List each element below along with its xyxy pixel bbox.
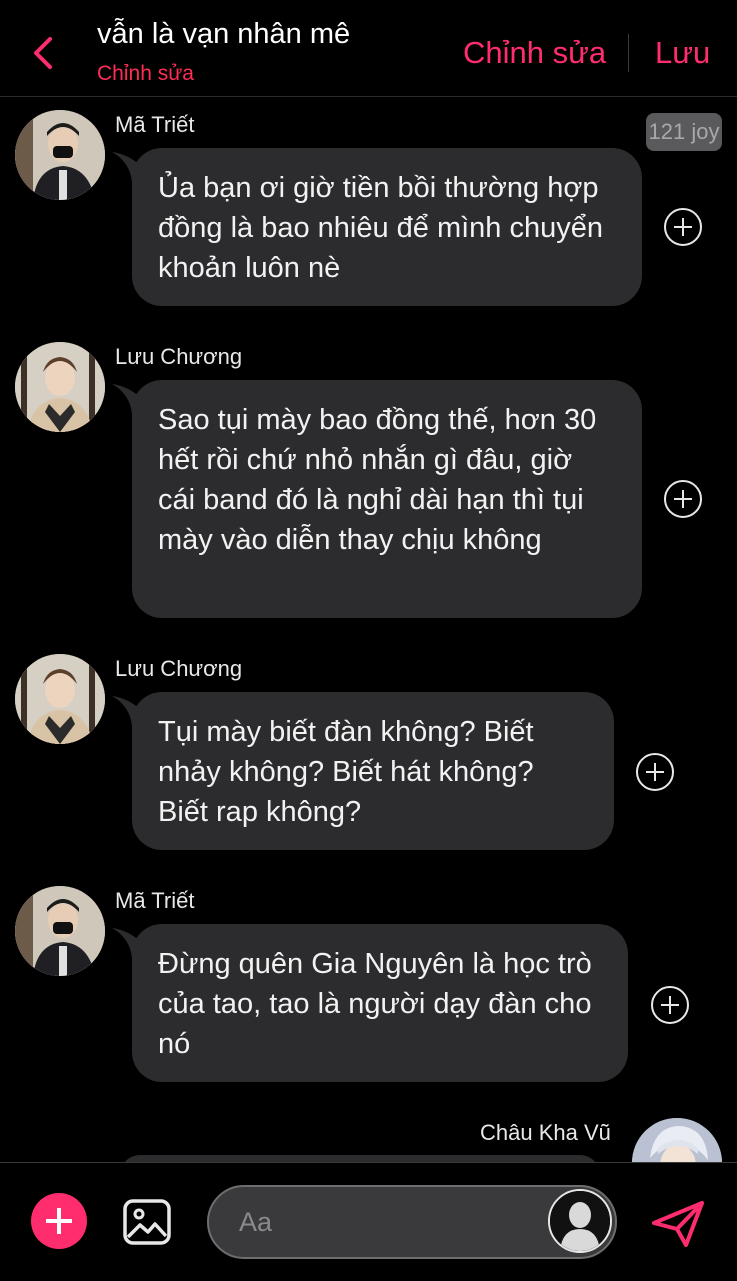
sender-name: Châu Kha Vũ — [480, 1120, 611, 1145]
avatar-luu-chuong[interactable] — [15, 342, 105, 432]
composer-bar — [0, 1162, 737, 1281]
joy-badge: 121 joy — [646, 113, 722, 151]
character-avatar-icon[interactable] — [548, 1189, 612, 1253]
add-reaction-button[interactable] — [664, 208, 702, 246]
chat-header: vẫn là vạn nhân mê Chỉnh sửa Chỉnh sửa L… — [0, 0, 737, 97]
back-chevron-icon[interactable] — [30, 36, 58, 70]
chat-subtitle-edit[interactable]: Chỉnh sửa — [97, 62, 194, 86]
edit-button[interactable]: Chỉnh sửa — [463, 35, 606, 71]
message-bubble[interactable]: Tụi mày biết đàn không? Biết nhảy không?… — [132, 692, 614, 850]
message-bubble[interactable]: Đừng quên Gia Nguyên là học trò của tao,… — [132, 924, 628, 1082]
send-icon[interactable] — [650, 1199, 706, 1249]
sender-name: Mã Triết — [115, 888, 195, 913]
avatar-ma-triet[interactable] — [15, 110, 105, 200]
message-bubble[interactable]: Ủa bạn ơi giờ tiền bồi thường hợp đồng l… — [132, 148, 642, 306]
message-bubble[interactable]: Sao tụi mày bao đồng thế, hơn 30 hết rồi… — [132, 380, 642, 618]
avatar-luu-chuong[interactable] — [15, 654, 105, 744]
avatar-ma-triet[interactable] — [15, 886, 105, 976]
save-button[interactable]: Lưu — [655, 35, 710, 71]
chat-title: vẫn là vạn nhân mê — [97, 18, 351, 50]
sender-name: Mã Triết — [115, 112, 195, 137]
add-reaction-button[interactable] — [636, 753, 674, 791]
sender-name: Lưu Chương — [115, 656, 243, 681]
header-divider — [628, 34, 629, 72]
image-icon[interactable] — [122, 1198, 172, 1246]
add-attachment-button[interactable] — [31, 1193, 87, 1249]
sender-name: Lưu Chương — [115, 344, 243, 369]
add-reaction-button[interactable] — [664, 480, 702, 518]
add-reaction-button[interactable] — [651, 986, 689, 1024]
